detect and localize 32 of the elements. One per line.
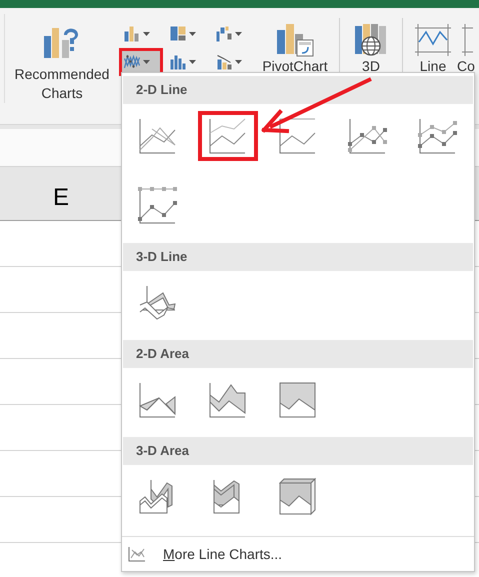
line-sparkline-button[interactable]: Line [413, 22, 453, 74]
line-chart-icon [137, 186, 179, 226]
column-chart-icon [124, 26, 140, 42]
caret-icon [189, 32, 196, 36]
caret-icon [235, 32, 242, 36]
line-chart-icon [347, 116, 389, 156]
section-header: 2-D Line [123, 76, 473, 104]
column-letter: E [53, 184, 70, 212]
combo-chart-icon [216, 54, 232, 70]
pivot-chart-icon [275, 22, 315, 58]
caret-icon [189, 60, 196, 64]
area-chart-icon [277, 477, 319, 517]
globe-chart-icon [353, 22, 389, 58]
recommended-charts-button[interactable]: Recommended Charts [10, 14, 114, 103]
3d-map-button[interactable]: 3D [351, 22, 391, 74]
statistic-chart-icon [170, 54, 186, 70]
caret-icon [143, 32, 150, 36]
caret-icon [143, 60, 150, 64]
chart-type-option[interactable] [198, 111, 258, 161]
line-sparkline-icon [414, 22, 452, 58]
column-sparkline-icon [461, 22, 473, 58]
column-sparkline-button[interactable]: Co [457, 22, 477, 74]
section-header: 2-D Area [123, 340, 473, 368]
line-chart-icon [417, 116, 459, 156]
hierarchy-chart-icon [170, 26, 186, 42]
section-header: 3-D Area [123, 437, 473, 465]
caret-icon [235, 60, 242, 64]
waterfall-chart-icon [216, 26, 232, 42]
line-chart-icon [124, 54, 140, 70]
more-line-charts-button[interactable]: More Line Charts... [122, 536, 474, 570]
section-header: 3-D Line [123, 243, 473, 271]
line-chart-icon [128, 546, 146, 562]
